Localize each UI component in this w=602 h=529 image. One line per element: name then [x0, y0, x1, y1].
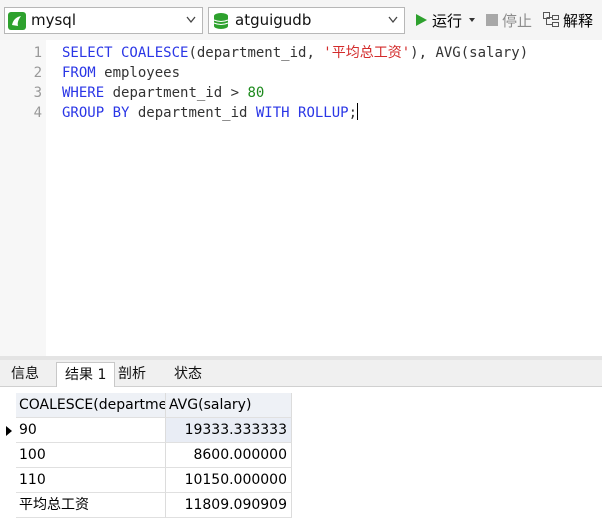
code-token-text: (department_id, — [188, 45, 324, 61]
database-icon — [213, 13, 229, 29]
explain-label: 解释 — [563, 11, 594, 30]
line-number: 2 — [33, 65, 42, 81]
tab-info[interactable]: 信息 — [3, 362, 47, 387]
result-grid: COALESCE(department_id, '平均总工资') AVG(sal… — [0, 387, 602, 529]
code-text: FROM employees — [62, 63, 180, 83]
result-tabs: 信息 结果 1 剖析 状态 — [0, 360, 602, 388]
line-number: 4 — [33, 105, 42, 121]
toolbar: mysql atguigudb 运行 停止 解释 — [0, 0, 602, 40]
code-token-keyword: WHERE — [62, 85, 105, 101]
run-button[interactable]: 运行 — [414, 9, 476, 31]
line-number: 1 — [33, 45, 42, 61]
code-token-text: department_id > — [104, 85, 248, 101]
sql-editor[interactable]: 1 SELECT COALESCE(department_id, '平均总工资')… — [0, 40, 602, 356]
cell-department[interactable]: 110 — [16, 468, 166, 493]
chevron-down-icon — [388, 16, 398, 24]
run-dropdown-icon[interactable] — [468, 17, 476, 23]
code-token-text: employees — [95, 65, 181, 81]
code-text: WHERE department_id > 80 — [62, 83, 264, 103]
cell-avg-salary[interactable]: 19333.333333 — [166, 418, 292, 443]
row-pointer-icon — [6, 426, 12, 436]
tab-profile[interactable]: 剖析 — [110, 362, 154, 387]
code-token-keyword: GROUP BY — [62, 105, 130, 121]
cell-department[interactable]: 平均总工资 — [16, 493, 166, 518]
tab-result-1[interactable]: 结果 1 — [56, 362, 116, 388]
mysql-connection-icon — [8, 12, 26, 30]
code-token-string: '平均总工资' — [323, 45, 411, 61]
code-text: GROUP BY department_id WITH ROLLUP; — [62, 103, 359, 123]
column-header-avg-salary[interactable]: AVG(salary) — [166, 393, 292, 418]
cell-avg-salary[interactable]: 8600.000000 — [166, 443, 292, 468]
code-text: SELECT COALESCE(department_id, '平均总工资'),… — [62, 43, 528, 63]
stop-button[interactable]: 停止 — [486, 9, 532, 31]
cell-department[interactable]: 100 — [16, 443, 166, 468]
database-name: atguigudb — [235, 11, 312, 29]
explain-icon — [543, 12, 559, 27]
text-cursor — [357, 103, 359, 120]
chevron-down-icon — [186, 16, 196, 24]
code-token-keyword: FROM — [62, 65, 96, 81]
run-icon — [416, 14, 427, 26]
tab-status[interactable]: 状态 — [166, 362, 210, 387]
explain-button[interactable]: 解释 — [543, 9, 593, 31]
stop-label: 停止 — [502, 11, 533, 30]
code-token-text: ), AVG(salary) — [410, 45, 529, 61]
code-token-text: department_id — [129, 105, 256, 121]
run-label: 运行 — [432, 11, 463, 30]
code-token-text: ; — [348, 105, 358, 121]
connection-name: mysql — [31, 11, 76, 29]
code-token-number: 80 — [247, 85, 265, 101]
database-select[interactable]: atguigudb — [208, 7, 405, 34]
line-number: 3 — [33, 85, 42, 101]
code-token-keyword: WITH ROLLUP — [255, 105, 349, 121]
stop-icon — [486, 14, 498, 26]
code-token-keyword: SELECT COALESCE — [62, 45, 189, 61]
cell-avg-salary[interactable]: 10150.000000 — [166, 468, 292, 493]
cell-avg-salary[interactable]: 11809.090909 — [166, 493, 292, 518]
column-header-coalesce[interactable]: COALESCE(department_id, '平均总工资') — [16, 393, 166, 418]
cell-department[interactable]: 90 — [16, 418, 166, 443]
connection-select[interactable]: mysql — [4, 7, 203, 34]
